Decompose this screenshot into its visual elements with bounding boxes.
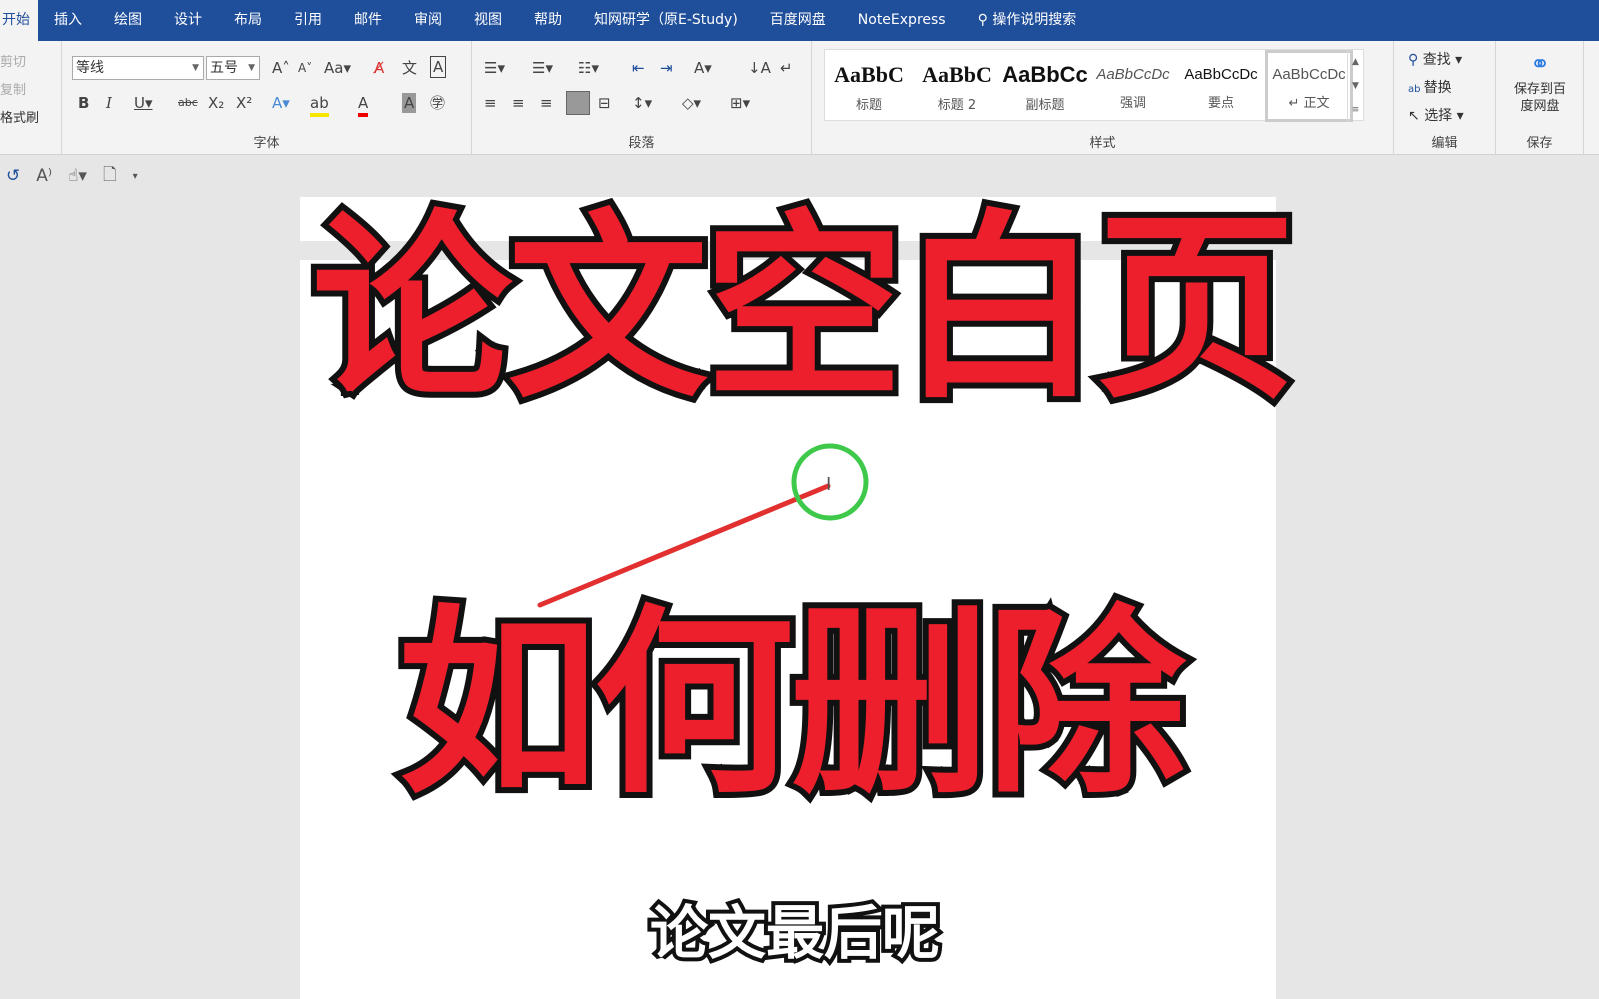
annotation-layer: I [537,443,869,608]
text-cursor-icon: I [826,474,831,495]
overlay-title-line1: 论文空白页 [306,187,1302,432]
overlay-caption: 论文最后呢 [646,895,944,971]
overlay-title-line2: 如何删除 [392,582,1192,827]
